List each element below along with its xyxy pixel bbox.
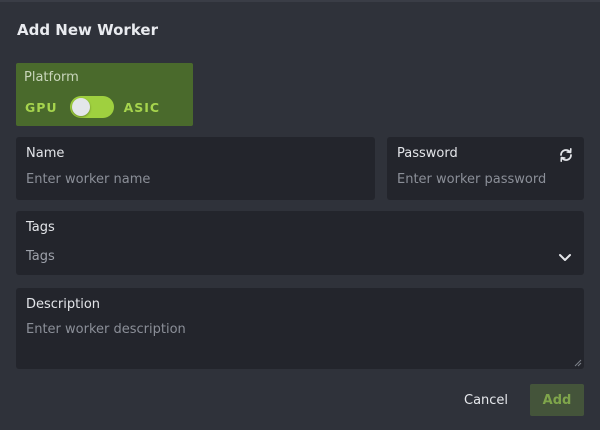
platform-toggle-switch[interactable] (69, 96, 114, 118)
chevron-down-icon[interactable] (558, 253, 572, 263)
refresh-icon[interactable] (558, 147, 574, 163)
toggle-knob (71, 98, 90, 116)
dialog-title: Add New Worker (17, 21, 158, 39)
name-input[interactable] (26, 172, 356, 187)
name-field[interactable]: Name (16, 137, 375, 200)
tags-select[interactable]: Tags Tags (16, 211, 584, 275)
add-worker-dialog: Add New Worker Platform GPU ASIC Name Pa… (0, 0, 600, 430)
add-button[interactable]: Add (530, 384, 584, 416)
platform-toggle-row: GPU ASIC (25, 96, 160, 118)
platform-option-asic[interactable]: ASIC (124, 100, 161, 115)
cancel-button[interactable]: Cancel (458, 386, 510, 414)
tags-select-value[interactable]: Tags (26, 249, 55, 264)
platform-option-gpu[interactable]: GPU (25, 100, 58, 115)
description-label: Description (26, 297, 101, 312)
password-input[interactable] (397, 172, 573, 187)
tags-label: Tags (26, 220, 55, 235)
name-label: Name (26, 146, 65, 161)
resize-grip-icon[interactable] (574, 359, 582, 367)
platform-selector: Platform GPU ASIC (16, 63, 193, 126)
platform-label: Platform (24, 70, 79, 85)
password-field[interactable]: Password (387, 137, 584, 200)
password-label: Password (397, 146, 458, 161)
description-input[interactable] (26, 321, 566, 361)
description-field[interactable]: Description (16, 288, 584, 369)
